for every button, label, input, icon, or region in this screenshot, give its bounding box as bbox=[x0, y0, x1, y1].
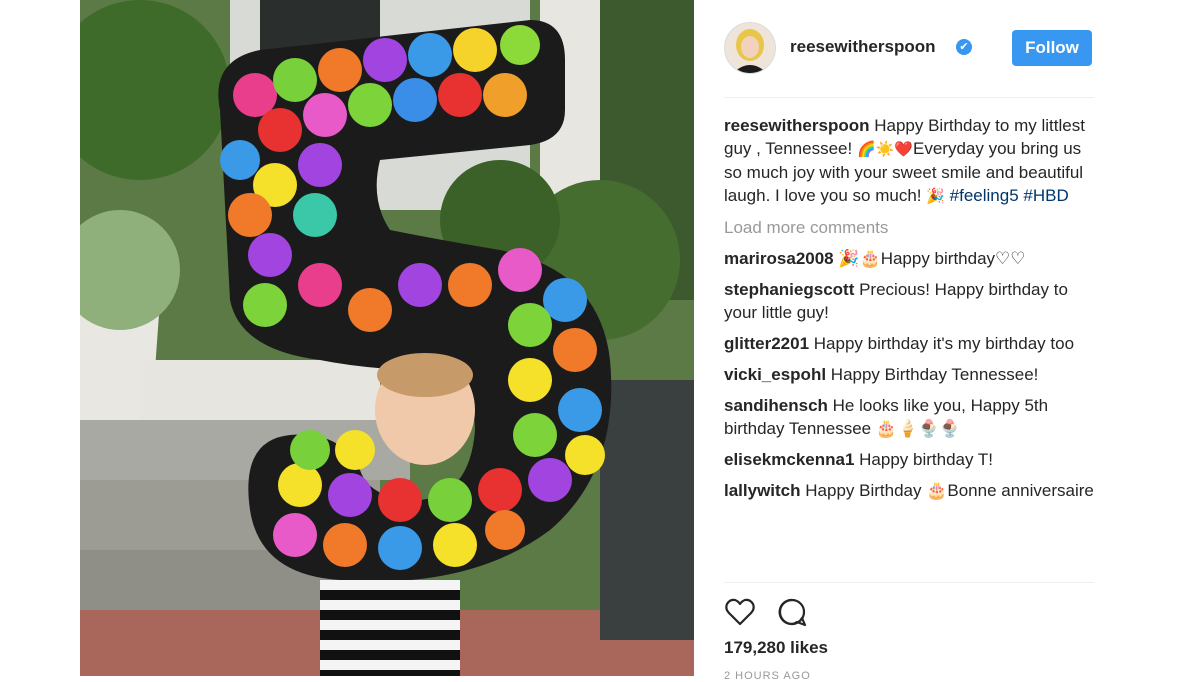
heart-icon[interactable] bbox=[724, 596, 756, 628]
comment-username[interactable]: glitter2201 bbox=[724, 334, 809, 353]
comment-username[interactable]: lallywitch bbox=[724, 481, 801, 500]
caption: reesewitherspoon Happy Birthday to my li… bbox=[724, 114, 1094, 208]
comment-text: Happy Birthday Tennessee! bbox=[826, 365, 1039, 384]
post-actions bbox=[724, 596, 1094, 628]
comment-username[interactable]: stephaniegscott bbox=[724, 280, 854, 299]
avatar[interactable] bbox=[724, 22, 776, 74]
birthday-balloon-photo bbox=[80, 0, 694, 676]
caption-emoji-2: 🎉 bbox=[926, 187, 945, 205]
comment-text: 🎉🎂Happy birthday♡♡ bbox=[833, 249, 1026, 268]
comment: vicki_espohl Happy Birthday Tennessee! bbox=[724, 363, 1094, 386]
comment: lallywitch Happy Birthday 🎂Bonne anniver… bbox=[724, 479, 1094, 502]
comments-section: reesewitherspoon Happy Birthday to my li… bbox=[724, 114, 1094, 510]
comment-username[interactable]: vicki_espohl bbox=[724, 365, 826, 384]
actions-divider bbox=[724, 582, 1094, 583]
comment-text: Happy Birthday 🎂Bonne anniversaire bbox=[800, 481, 1094, 500]
comment-icon[interactable] bbox=[776, 596, 808, 628]
likes-count[interactable]: 179,280 likes bbox=[724, 638, 828, 658]
avatar-image bbox=[725, 23, 775, 73]
comment-username[interactable]: marirosa2008 bbox=[724, 249, 834, 268]
comment: elisekmckenna1 Happy birthday T! bbox=[724, 448, 1094, 471]
hashtag-link[interactable]: #feeling5 bbox=[950, 186, 1019, 205]
post-photo[interactable] bbox=[80, 0, 694, 676]
verified-badge-icon: ✔ bbox=[956, 39, 972, 55]
header-divider bbox=[724, 97, 1094, 98]
caption-emoji-1: 🌈☀️❤️ bbox=[856, 140, 913, 158]
comment-text: Happy birthday it's my birthday too bbox=[809, 334, 1075, 353]
follow-button[interactable]: Follow bbox=[1012, 30, 1092, 66]
comment-username[interactable]: elisekmckenna1 bbox=[724, 450, 854, 469]
comment: glitter2201 Happy birthday it's my birth… bbox=[724, 332, 1094, 355]
caption-username[interactable]: reesewitherspoon bbox=[724, 116, 870, 135]
post-timestamp: 2 HOURS AGO bbox=[724, 670, 811, 682]
post-header: reesewitherspoon ✔ Follow bbox=[724, 20, 1094, 78]
post-side-panel: reesewitherspoon ✔ Follow reesewitherspo… bbox=[724, 0, 1094, 682]
comment: sandihensch He looks like you, Happy 5th… bbox=[724, 394, 1094, 440]
comment-text: Happy birthday T! bbox=[854, 450, 994, 469]
comment-username[interactable]: sandihensch bbox=[724, 396, 828, 415]
comment: marirosa2008 🎉🎂Happy birthday♡♡ bbox=[724, 247, 1094, 270]
hashtag-link[interactable]: #HBD bbox=[1023, 186, 1068, 205]
comment: stephaniegscott Precious! Happy birthday… bbox=[724, 278, 1094, 324]
load-more-comments-link[interactable]: Load more comments bbox=[724, 216, 1094, 239]
post-username[interactable]: reesewitherspoon bbox=[790, 37, 936, 57]
